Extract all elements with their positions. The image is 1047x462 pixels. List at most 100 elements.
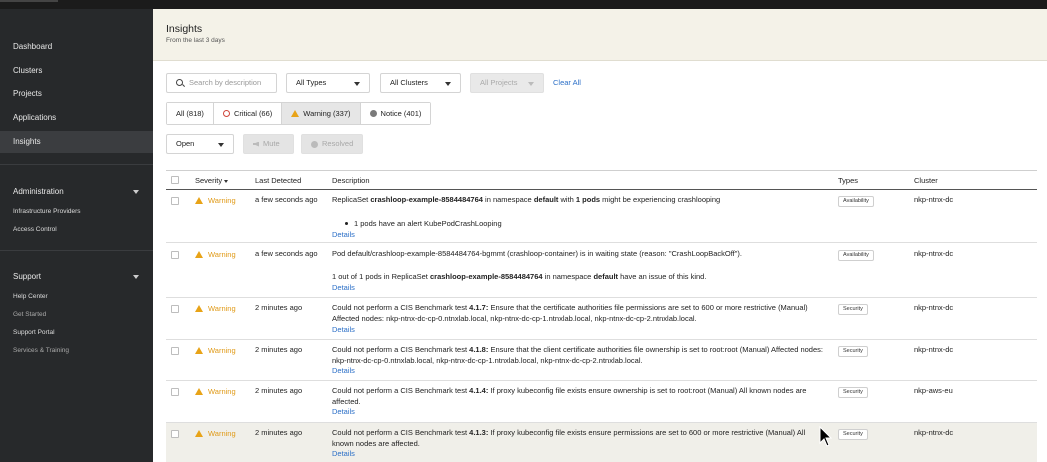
chevron-down-icon: [218, 143, 224, 147]
status-value: Open: [176, 139, 195, 148]
last-detected: a few seconds ago: [255, 249, 318, 258]
description: Could not perform a CIS Benchmark test 4…: [332, 386, 807, 406]
last-detected: a few seconds ago: [255, 195, 318, 204]
tab-warning[interactable]: Warning (337): [282, 103, 361, 124]
search-placeholder: Search by description: [189, 78, 262, 87]
type-badge: Security: [838, 346, 868, 357]
status-dropdown[interactable]: Open: [166, 134, 234, 154]
severity-cell: Warning: [195, 250, 236, 259]
severity-cell: Warning: [195, 346, 236, 355]
sidebar-item-get-started[interactable]: Get Started: [13, 311, 46, 318]
details-link[interactable]: Details: [332, 449, 355, 458]
chevron-down-icon[interactable]: [133, 275, 139, 279]
projects-filter-dropdown[interactable]: All Projects: [470, 73, 544, 93]
sidebar-divider: [0, 164, 153, 165]
table-row[interactable]: Warning 2 minutes ago Could not perform …: [166, 340, 1037, 381]
severity-cell: Warning: [195, 429, 236, 438]
row-checkbox[interactable]: [171, 197, 179, 205]
chevron-down-icon: [528, 82, 534, 86]
row-checkbox[interactable]: [171, 430, 179, 438]
critical-icon: [222, 110, 230, 117]
column-types: Types: [838, 176, 859, 185]
warning-icon: [195, 347, 203, 354]
sidebar-item-access-control[interactable]: Access Control: [13, 226, 57, 233]
cluster-name: nkp-ntnx-dc: [914, 249, 954, 258]
details-link[interactable]: Details: [332, 325, 355, 334]
sidebar-item-insights[interactable]: Insights: [0, 131, 153, 153]
severity-label: Warning: [208, 304, 236, 313]
tab-notice[interactable]: Notice (401): [360, 103, 431, 124]
check-circle-icon: [311, 140, 318, 148]
sidebar-item-applications[interactable]: Applications: [0, 107, 153, 129]
resolved-button[interactable]: Resolved: [301, 134, 363, 154]
details-link[interactable]: Details: [332, 283, 355, 292]
sidebar-item-projects[interactable]: Projects: [0, 83, 153, 105]
sidebar-item-clusters[interactable]: Clusters: [0, 60, 153, 82]
select-all-checkbox[interactable]: [171, 176, 179, 184]
chevron-down-icon[interactable]: [133, 190, 139, 194]
type-badge: Security: [838, 304, 868, 315]
description-line: Pod default/crashloop-example-8584484764…: [332, 249, 742, 258]
table-row[interactable]: Warning 2 minutes ago Could not perform …: [166, 298, 1037, 340]
severity-cell: Warning: [195, 304, 236, 313]
row-checkbox[interactable]: [171, 388, 179, 396]
tab-all[interactable]: All (818): [167, 103, 214, 124]
sidebar-item-infrastructure-providers[interactable]: Infrastructure Providers: [13, 208, 81, 215]
sidebar-item-dashboard[interactable]: Dashboard: [0, 36, 153, 58]
severity-label: Warning: [208, 429, 236, 438]
severity-cell: Warning: [195, 387, 236, 396]
clusters-filter-value: All Clusters: [390, 78, 428, 87]
table-row[interactable]: Warning a few seconds ago ReplicaSet cra…: [166, 190, 1037, 243]
table-row[interactable]: Warning 2 minutes ago Could not perform …: [166, 423, 1037, 462]
warning-icon: [291, 110, 300, 117]
type-badge: Availability: [838, 196, 874, 207]
warning-icon: [195, 197, 203, 204]
table-row[interactable]: Warning a few seconds ago Pod default/cr…: [166, 243, 1037, 298]
column-severity[interactable]: Severity: [195, 176, 229, 185]
warning-icon: [195, 305, 203, 312]
sidebar-item-support-portal[interactable]: Support Portal: [13, 329, 55, 336]
description: ReplicaSet crashloop-example-8584484764 …: [332, 195, 721, 204]
page-header: Insights From the last 3 days: [153, 9, 1047, 61]
page-title: Insights: [166, 23, 203, 35]
row-checkbox[interactable]: [171, 347, 179, 355]
details-link[interactable]: Details: [332, 407, 355, 416]
severity-label: Warning: [208, 196, 236, 205]
description: Could not perform a CIS Benchmark test 4…: [332, 345, 823, 365]
type-badge: Security: [838, 429, 868, 440]
search-input[interactable]: Search by description: [166, 73, 277, 93]
sidebar-section-administration[interactable]: Administration: [13, 187, 64, 196]
insights-table: Severity Last Detected Description Types…: [166, 170, 1037, 462]
mute-icon: [253, 141, 259, 147]
sidebar-item-services-training[interactable]: Services & Training: [13, 347, 69, 354]
sidebar-item-help-center[interactable]: Help Center: [13, 293, 48, 300]
row-checkbox[interactable]: [171, 305, 179, 313]
clusters-filter-dropdown[interactable]: All Clusters: [380, 73, 461, 93]
column-description: Description: [332, 176, 370, 185]
mouse-cursor-icon: [819, 426, 833, 447]
severity-label: Warning: [208, 250, 236, 259]
types-filter-dropdown[interactable]: All Types: [286, 73, 370, 93]
sidebar: Dashboard Clusters Projects Applications…: [0, 9, 153, 462]
sidebar-section-support[interactable]: Support: [13, 272, 41, 281]
details-link[interactable]: Details: [332, 230, 355, 239]
warning-icon: [195, 388, 203, 395]
info-icon: [369, 110, 377, 117]
table-row[interactable]: Warning 2 minutes ago Could not perform …: [166, 381, 1037, 423]
cluster-name: nkp-aws-eu: [914, 386, 953, 395]
row-checkbox[interactable]: [171, 251, 179, 259]
column-last-detected[interactable]: Last Detected: [255, 176, 301, 185]
tab-critical[interactable]: Critical (66): [213, 103, 283, 124]
last-detected: 2 minutes ago: [255, 386, 303, 395]
last-detected: 2 minutes ago: [255, 428, 303, 437]
chevron-down-icon: [445, 82, 451, 86]
clear-all-link[interactable]: Clear All: [553, 78, 581, 87]
column-severity-label: Severity: [195, 176, 223, 185]
severity-tabs: All (818) Critical (66) Warning (337) No…: [166, 102, 432, 125]
search-icon: [176, 79, 183, 86]
details-link[interactable]: Details: [332, 366, 355, 375]
mute-button[interactable]: Mute: [243, 134, 294, 154]
column-cluster: Cluster: [914, 176, 938, 185]
sidebar-divider: [0, 250, 153, 251]
type-badge: Availability: [838, 250, 874, 261]
